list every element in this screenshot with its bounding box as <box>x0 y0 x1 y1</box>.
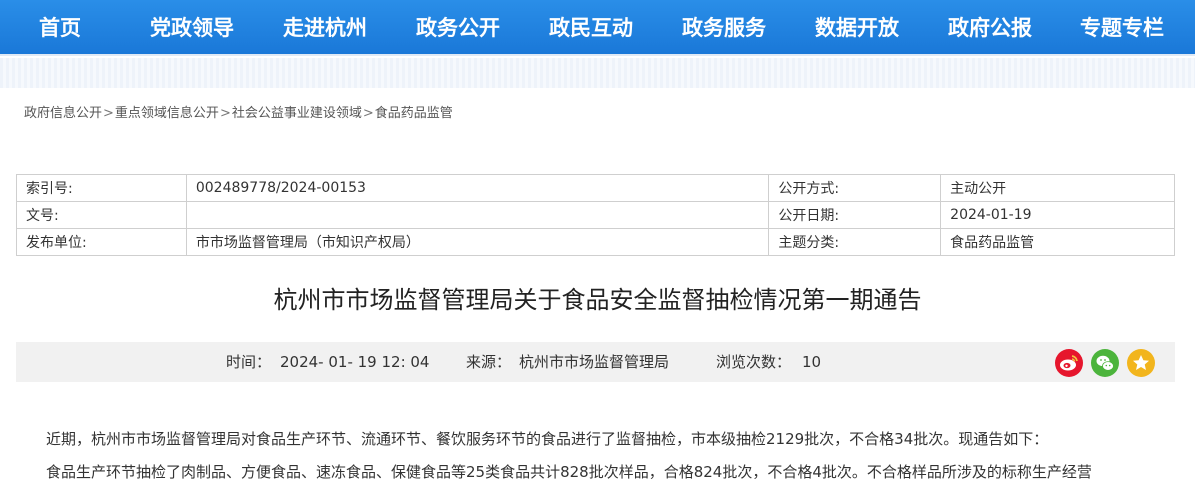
publish-date-value: 2024-01-19 <box>940 201 1175 229</box>
main-nav: 首页 党政领导 走进杭州 政务公开 政民互动 政务服务 数据开放 政府公报 专题… <box>0 0 1195 56</box>
publish-mode-label: 公开方式: <box>768 174 942 202</box>
nav-item-gazette[interactable]: 政府公报 <box>948 0 1032 56</box>
topic-value: 食品药品监管 <box>940 228 1175 256</box>
article-paragraph: 近期，杭州市市场监督管理局对食品生产环节、流通环节、餐饮服务环节的食品进行了监督… <box>46 430 1049 448</box>
publish-date-label: 公开日期: <box>768 201 942 229</box>
article-info-bar: 时间： 2024- 01- 19 12: 04 来源： 杭州市市场监督管理局 浏… <box>16 342 1175 382</box>
document-number-label: 文号: <box>16 201 187 229</box>
index-value: 002489778/2024-00153 <box>185 174 770 202</box>
view-count-value: 10 <box>802 353 822 371</box>
table-row: 文号: 公开日期: 2024-01-19 <box>16 201 1175 229</box>
index-label: 索引号: <box>16 174 187 202</box>
publish-time-label: 时间： <box>226 353 272 371</box>
decorative-band <box>0 58 1195 88</box>
document-number-value <box>185 201 770 229</box>
breadcrumb-separator: > <box>362 106 374 121</box>
source-label: 来源： <box>466 353 512 371</box>
breadcrumb-link[interactable]: 政府信息公开 <box>24 106 102 121</box>
favorite-star-icon[interactable] <box>1127 349 1155 377</box>
nav-item-open-data[interactable]: 数据开放 <box>815 0 899 56</box>
breadcrumb: 政府信息公开>重点领域信息公开>社会公益事业建设领域>食品药品监管 <box>24 102 453 121</box>
weibo-icon[interactable] <box>1055 349 1083 377</box>
nav-item-home[interactable]: 首页 <box>39 0 81 56</box>
publisher-value: 市市场监督管理局（市知识产权局） <box>185 228 770 256</box>
wechat-icon[interactable] <box>1091 349 1119 377</box>
breadcrumb-separator: > <box>103 106 114 121</box>
article-paragraph: 食品生产环节抽检了肉制品、方便食品、速冻食品、保健食品等25类食品共计828批次… <box>46 463 1092 481</box>
article-title: 杭州市市场监督管理局关于食品安全监督抽检情况第一期通告 <box>273 286 922 314</box>
source-value: 杭州市市场监督管理局 <box>519 353 670 371</box>
nav-item-leaders[interactable]: 党政领导 <box>150 0 234 56</box>
nav-item-gov-affairs-open[interactable]: 政务公开 <box>416 0 500 56</box>
breadcrumb-link[interactable]: 重点领域信息公开 <box>115 106 219 121</box>
document-meta-table: 索引号: 002489778/2024-00153 公开方式: 主动公开 文号:… <box>16 174 1175 256</box>
nav-item-services[interactable]: 政务服务 <box>682 0 766 56</box>
nav-item-about-hangzhou[interactable]: 走进杭州 <box>283 0 367 56</box>
publish-mode-value: 主动公开 <box>940 174 1175 202</box>
breadcrumb-separator: > <box>219 106 231 121</box>
breadcrumb-link[interactable]: 社会公益事业建设领域 <box>232 106 362 121</box>
nav-item-special-topics[interactable]: 专题专栏 <box>1080 0 1164 56</box>
publish-time-value: 2024- 01- 19 12: 04 <box>280 353 430 371</box>
publisher-label: 发布单位: <box>16 228 187 256</box>
nav-item-interaction[interactable]: 政民互动 <box>549 0 633 56</box>
breadcrumb-link[interactable]: 食品药品监管 <box>375 106 453 121</box>
table-row: 索引号: 002489778/2024-00153 公开方式: 主动公开 <box>16 174 1175 202</box>
table-row: 发布单位: 市市场监督管理局（市知识产权局） 主题分类: 食品药品监管 <box>16 228 1175 256</box>
view-count-label: 浏览次数： <box>716 353 792 371</box>
topic-label: 主题分类: <box>768 228 942 256</box>
